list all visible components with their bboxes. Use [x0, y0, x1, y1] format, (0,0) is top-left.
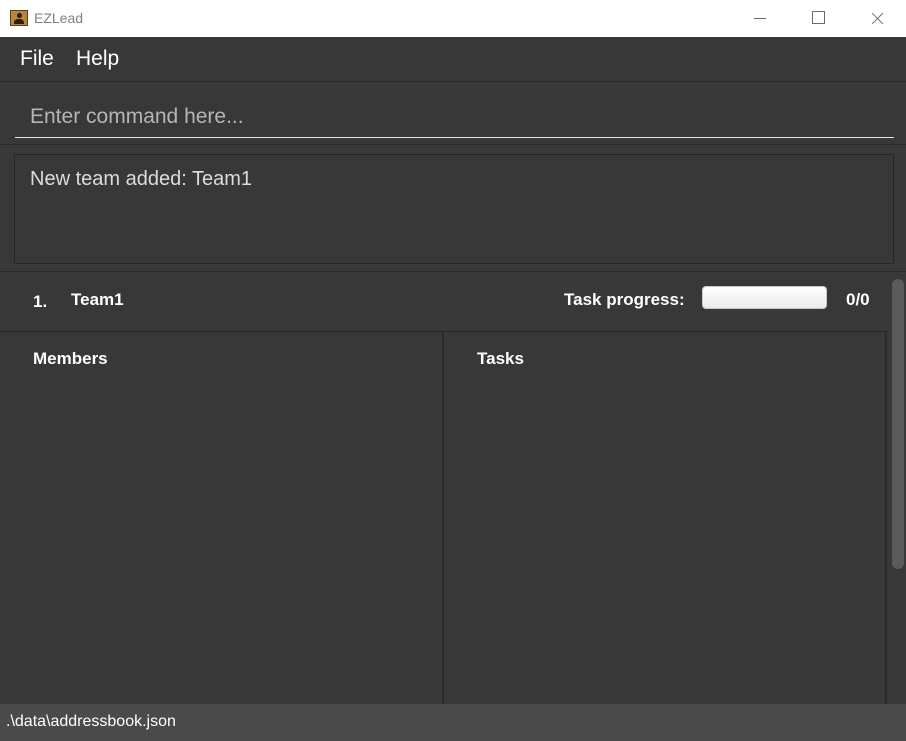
members-title: Members: [33, 349, 108, 368]
minimize-icon[interactable]: [737, 0, 783, 37]
tasks-title: Tasks: [477, 349, 524, 368]
team-list: 1. Team1 Task progress: 0/0 Members Task…: [0, 271, 906, 705]
team-index: 1.: [33, 292, 48, 311]
window-title: EZLead: [34, 10, 84, 26]
status-bar: .\data\addressbook.json: [0, 704, 906, 741]
maximize-icon[interactable]: [795, 0, 841, 37]
scrollbar[interactable]: [888, 272, 906, 705]
task-progress-label: Task progress:: [564, 290, 685, 309]
command-input[interactable]: [15, 96, 894, 138]
members-panel: Members: [0, 333, 444, 705]
title-bar: EZLead: [0, 0, 906, 37]
app-icon: [10, 10, 28, 26]
app-body: File Help New team added: Team1 1. Team1…: [0, 37, 906, 741]
task-progress-count: 0/0: [846, 290, 870, 309]
close-icon[interactable]: [854, 0, 900, 37]
status-file-path: .\data\addressbook.json: [6, 713, 176, 730]
menu-bar: File Help: [0, 37, 906, 82]
command-box: [0, 83, 906, 145]
menu-help[interactable]: Help: [76, 47, 119, 71]
result-message: New team added: Team1: [30, 168, 252, 190]
team-header: 1. Team1 Task progress: 0/0: [0, 272, 888, 332]
tasks-panel: Tasks: [444, 333, 887, 705]
team-card[interactable]: 1. Team1 Task progress: 0/0 Members Task…: [0, 272, 888, 705]
team-name: Team1: [71, 290, 124, 309]
task-progress-bar: [702, 286, 827, 309]
result-display: New team added: Team1: [14, 154, 894, 264]
menu-file[interactable]: File: [20, 47, 54, 71]
scroll-thumb[interactable]: [892, 279, 904, 569]
